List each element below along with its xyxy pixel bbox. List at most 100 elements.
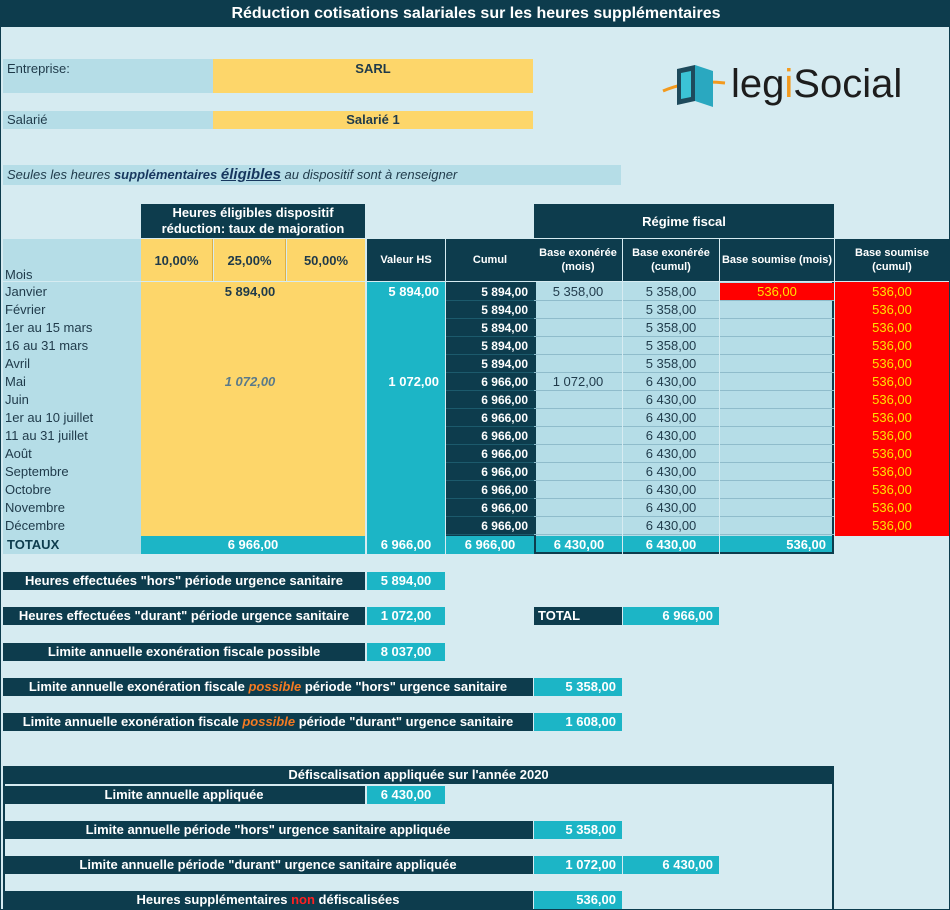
soum-mois-cell (720, 517, 834, 535)
valeur-cell (367, 355, 445, 373)
valeur-cell (367, 517, 445, 535)
soum-cumul-cell: 536,00 (872, 302, 912, 317)
total-value: 6 966,00 (623, 607, 719, 625)
entreprise-field[interactable]: SARL (213, 59, 533, 93)
rate25-italic-cell[interactable] (214, 301, 286, 319)
limite-hors-value: 5 358,00 (534, 678, 622, 696)
totals-cumul: 6 966,00 (446, 536, 534, 554)
soum-mois-cell (720, 409, 834, 427)
rate25-italic-cell[interactable] (214, 463, 286, 481)
header-base-exo-mois: Base exonérée (mois) (534, 239, 622, 281)
month-cell: Janvier (5, 284, 47, 299)
spreadsheet: Réduction cotisations salariales sur les… (0, 0, 950, 910)
soum-mois-cell (720, 481, 834, 499)
header-rate-50: 50,00% (287, 239, 365, 281)
header-regime-fiscal: Régime fiscal (534, 204, 834, 238)
total-label: TOTAL (534, 607, 622, 625)
logo-part1: legi (731, 62, 794, 106)
rate25-italic-cell[interactable] (214, 499, 286, 517)
cumul-cell: 6 966,00 (446, 517, 534, 535)
valeur-cell (367, 481, 445, 499)
cumul-cell: 5 894,00 (446, 337, 534, 355)
exo-mois-cell (534, 301, 622, 319)
rate25-italic-cell[interactable] (214, 481, 286, 499)
limite-durant-value: 1 608,00 (534, 713, 622, 731)
soum-cumul-cell: 536,00 (872, 500, 912, 515)
month-cell: Avril (5, 356, 31, 371)
soum-mois-cell (720, 463, 834, 481)
cumul-cell: 5 894,00 (446, 283, 534, 301)
soum-mois-cell (720, 373, 834, 391)
soum-cumul-cell: 536,00 (872, 446, 912, 461)
header-base-soum-cumul: Base soumise (cumul) (835, 239, 949, 281)
header-mois: Mois (5, 267, 33, 282)
exo-cumul-cell: 5 358,00 (623, 319, 719, 337)
valeur-cell (367, 301, 445, 319)
rate25-italic-cell[interactable] (214, 355, 286, 373)
rate25-italic-cell[interactable] (214, 337, 286, 355)
instruction-note: Seules les heures supplémentaires éligib… (3, 165, 621, 185)
totals-soum-mois: 536,00 (720, 536, 834, 554)
defisc-durant-value2: 6 430,00 (623, 856, 719, 874)
exo-mois-cell: 5 358,00 (534, 283, 622, 301)
exo-mois-cell (534, 337, 622, 355)
header-rate-10: 10,00% (141, 239, 213, 281)
valeur-cell (367, 319, 445, 337)
rate25-italic-cell[interactable] (214, 319, 286, 337)
rate25-italic-cell[interactable] (214, 427, 286, 445)
exo-cumul-cell: 5 358,00 (623, 283, 719, 301)
soum-cumul-cell: 536,00 (872, 464, 912, 479)
defisc-durant-label: Limite annuelle période "durant" urgence… (3, 856, 533, 874)
exo-mois-cell (534, 427, 622, 445)
soum-mois-cell (720, 445, 834, 463)
defisc-hors-value: 5 358,00 (534, 821, 622, 839)
month-cell: Décembre (5, 518, 65, 533)
soum-mois-cell (720, 427, 834, 445)
exo-mois-cell (534, 463, 622, 481)
durant-value: 1 072,00 (367, 607, 445, 625)
month-cell: Septembre (5, 464, 69, 479)
defisc-non-value: 536,00 (534, 891, 622, 909)
soum-mois-cell (720, 319, 834, 337)
soum-mois-cell (720, 337, 834, 355)
cumul-cell: 6 966,00 (446, 373, 534, 391)
totals-exo-mois: 6 430,00 (534, 536, 622, 554)
cumul-cell: 5 894,00 (446, 355, 534, 373)
limite-hors-label: Limite annuelle exonération fiscale poss… (3, 678, 533, 696)
soum-cumul-cell: 536,00 (872, 338, 912, 353)
exo-cumul-cell: 5 358,00 (623, 301, 719, 319)
month-cell: Novembre (5, 500, 65, 515)
rate25-italic-cell[interactable] (214, 409, 286, 427)
exo-cumul-cell: 6 430,00 (623, 391, 719, 409)
defisc-hors-label: Limite annuelle période "hors" urgence s… (3, 821, 533, 839)
valeur-cell (367, 427, 445, 445)
exo-cumul-cell: 6 430,00 (623, 373, 719, 391)
header-base-soum-mois: Base soumise (mois) (720, 239, 834, 281)
exo-mois-cell (534, 391, 622, 409)
valeur-cell (367, 499, 445, 517)
salarie-field[interactable]: Salarié 1 (213, 111, 533, 129)
totals-label: TOTAUX (3, 536, 141, 554)
cumul-cell: 6 966,00 (446, 499, 534, 517)
entreprise-label: Entreprise: (3, 59, 213, 93)
rate25-italic-cell[interactable] (214, 391, 286, 409)
month-cell: 1er au 15 mars (5, 320, 93, 335)
totals-hs: 6 966,00 (141, 536, 365, 554)
month-cell: Juin (5, 392, 29, 407)
exo-mois-cell (534, 409, 622, 427)
rate25-italic-cell[interactable] (214, 445, 286, 463)
exo-cumul-cell: 6 430,00 (623, 499, 719, 517)
rate25-italic-cell[interactable] (214, 283, 286, 301)
soum-cumul-cell: 536,00 (872, 284, 912, 299)
exo-mois-cell (534, 355, 622, 373)
hors-value: 5 894,00 (367, 572, 445, 590)
cumul-cell: 6 966,00 (446, 481, 534, 499)
exo-cumul-cell: 5 358,00 (623, 337, 719, 355)
defisc-title: Défiscalisation appliquée sur l'année 20… (3, 766, 834, 784)
soum-cumul-cell: 536,00 (872, 410, 912, 425)
exo-cumul-cell: 6 430,00 (623, 445, 719, 463)
soum-mois-cell (720, 391, 834, 409)
exo-mois-cell (534, 319, 622, 337)
rate25-italic-cell[interactable]: 1 072,00 (214, 373, 286, 391)
rate25-italic-cell[interactable] (214, 517, 286, 535)
